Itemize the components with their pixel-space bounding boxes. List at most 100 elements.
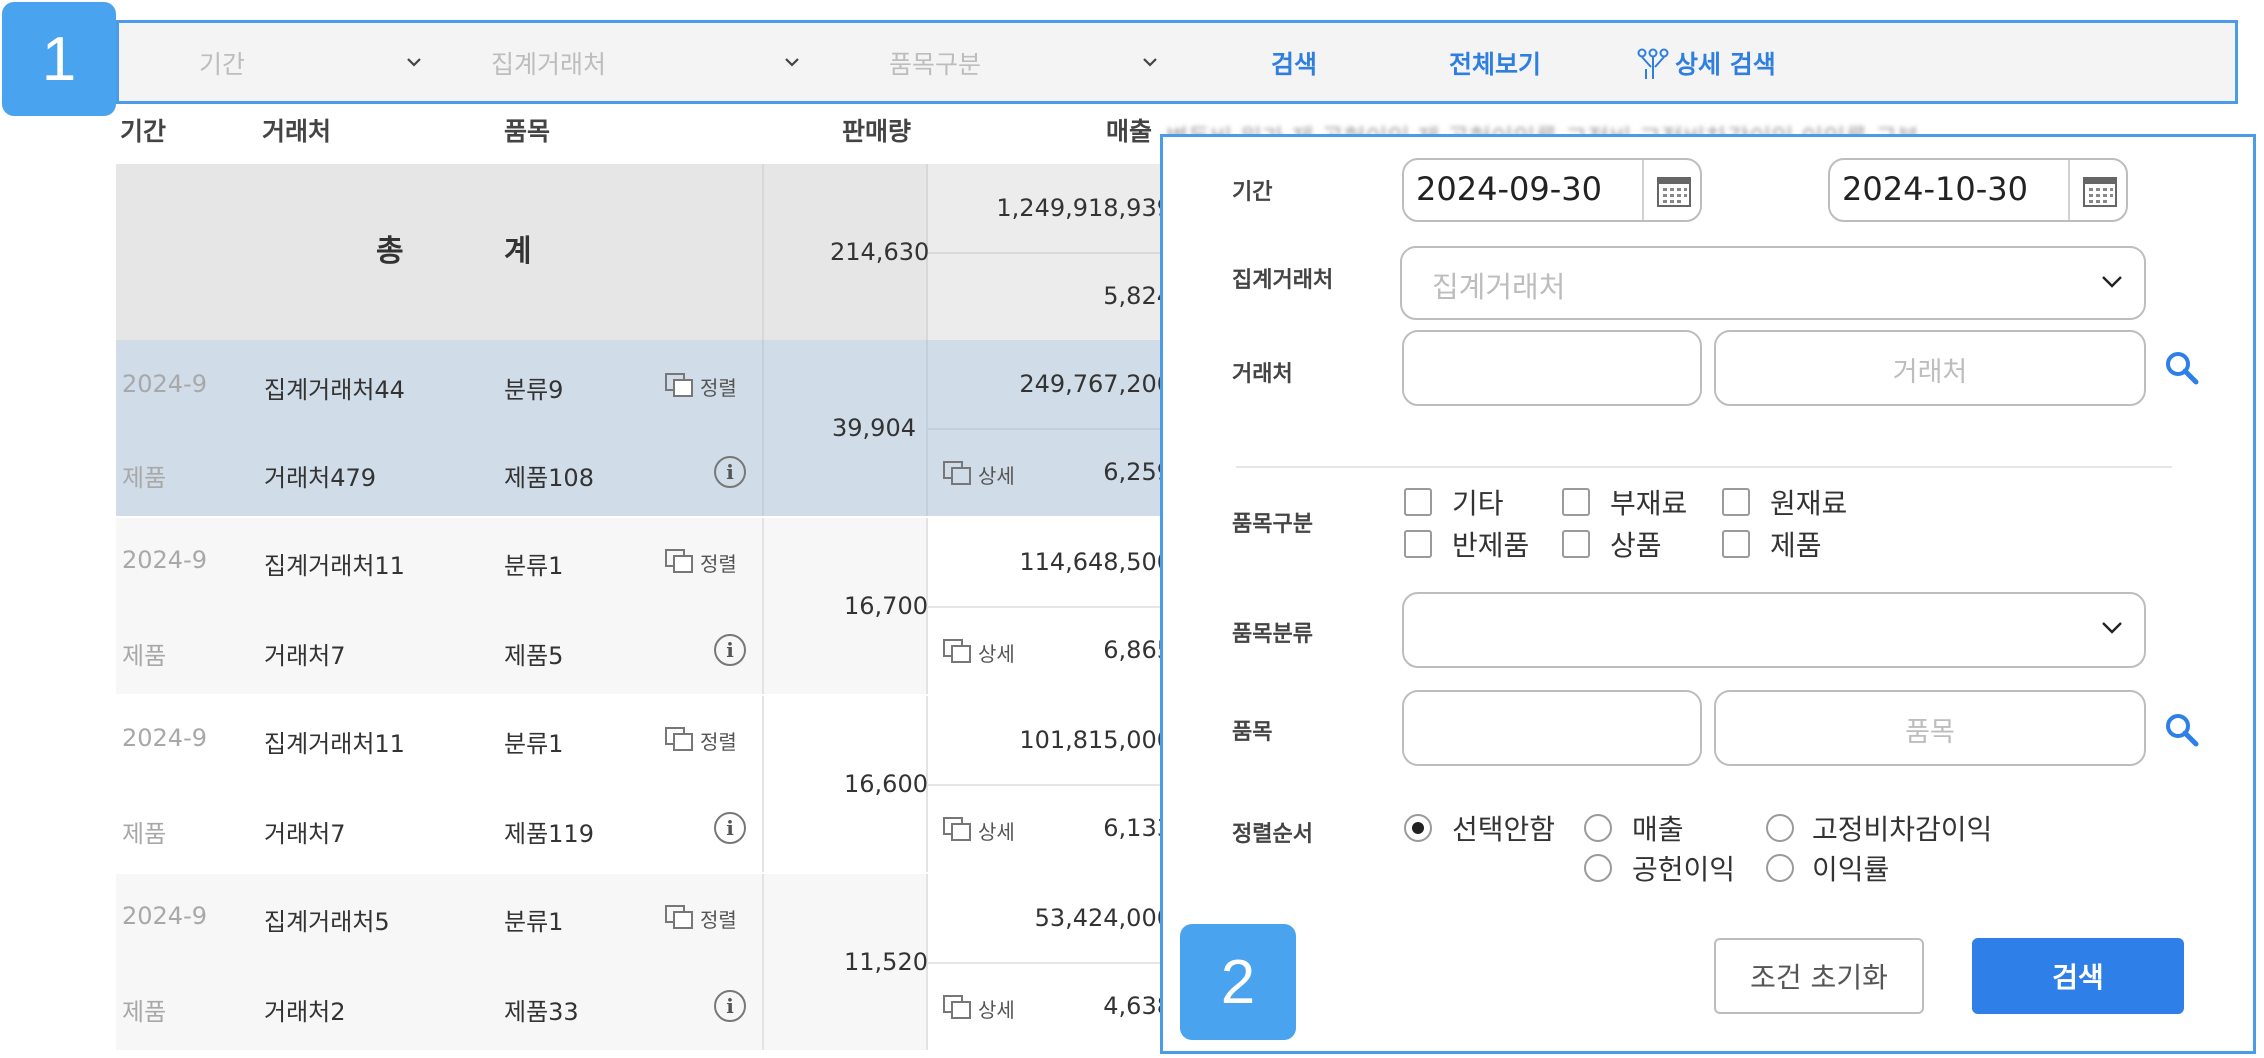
client-name-input[interactable]: 거래처 [1714, 330, 2146, 406]
sort-icon[interactable] [664, 904, 696, 930]
calendar-button[interactable] [2068, 160, 2126, 220]
row-qty: 16,700 [844, 592, 928, 620]
column-divider [762, 696, 764, 872]
row-amount: 249,767,200 [1019, 370, 1172, 398]
radio-label: 매출 [1632, 813, 1684, 846]
total-label: 총 [376, 234, 404, 269]
detail-label[interactable]: 상세 [978, 994, 1015, 1023]
column-divider [762, 164, 764, 340]
date-to-field[interactable]: 2024-10-30 [1828, 158, 2128, 222]
table-row[interactable]: 2024-9 집계거래처44 분류9 정렬 제품 거래처479 제품108 i … [116, 340, 1186, 516]
detail-icon[interactable] [942, 994, 974, 1020]
header-qty: 판매량 [842, 117, 912, 146]
filter-tree-icon[interactable] [1637, 47, 1669, 81]
table-row[interactable]: 2024-9 집계거래처11 분류1 정렬 제품 거래처7 제품5 i 16,7… [116, 518, 1188, 694]
row-category: 분류1 [504, 730, 564, 758]
header-sales: 매출 [1106, 117, 1153, 146]
detail-icon[interactable] [942, 460, 974, 486]
date-from-value: 2024-09-30 [1416, 170, 1602, 208]
total-amount: 1,249,918,939 [996, 194, 1172, 222]
agg-client-label: 집계거래처 [1232, 268, 1334, 293]
checkbox-etc[interactable] [1404, 488, 1432, 516]
item-code-input[interactable] [1402, 690, 1702, 766]
chevron-down-icon[interactable] [1137, 49, 1163, 75]
checkbox-label: 부재료 [1610, 487, 1688, 520]
item-type-label: 품목구분 [1232, 512, 1313, 537]
agg-client-select[interactable]: 집계거래처 [491, 45, 606, 81]
info-icon[interactable]: i [714, 456, 746, 488]
detail-label[interactable]: 상세 [978, 638, 1015, 667]
radio-contribution-profit[interactable] [1584, 854, 1612, 882]
row-client: 거래처2 [264, 998, 346, 1026]
table-row[interactable]: 2024-9 집계거래처11 분류1 정렬 제품 거래처7 제품119 i 16… [116, 696, 1186, 872]
sort-label[interactable]: 정렬 [700, 904, 737, 933]
search-link[interactable]: 검색 [1271, 45, 1317, 81]
radio-profit-rate[interactable] [1766, 854, 1794, 882]
detail-icon[interactable] [942, 638, 974, 664]
checkbox-product[interactable] [1722, 530, 1750, 558]
row-agg-client: 집계거래처44 [264, 376, 405, 404]
table-row[interactable]: 2024-9 집계거래처5 분류1 정렬 제품 거래처2 제품33 i 11,5… [116, 874, 1188, 1050]
row-category: 분류9 [504, 376, 564, 404]
checkbox-label: 기타 [1452, 487, 1504, 520]
row-amount: 114,648,500 [1019, 548, 1172, 576]
item-name-input[interactable]: 품목 [1714, 690, 2146, 766]
sort-label[interactable]: 정렬 [700, 548, 737, 577]
row-item: 제품119 [504, 820, 594, 848]
sort-order-label: 정렬순서 [1232, 822, 1313, 847]
sort-icon[interactable] [664, 372, 696, 398]
cell-divider [926, 252, 1186, 254]
period-select[interactable]: 기간 [199, 45, 245, 81]
row-period: 2024-9 [122, 724, 208, 752]
agg-client-select[interactable]: 집계거래처 [1400, 246, 2146, 320]
search-icon[interactable] [2164, 712, 2200, 748]
chevron-down-icon [2102, 622, 2122, 634]
radio-label: 공헌이익 [1632, 853, 1736, 886]
client-label: 거래처 [1232, 362, 1293, 387]
view-all-link[interactable]: 전체보기 [1449, 45, 1541, 81]
search-button[interactable]: 검색 [1972, 938, 2184, 1014]
step-badge-1: 1 [2, 2, 116, 116]
checkbox-label: 제품 [1770, 529, 1822, 562]
sort-label[interactable]: 정렬 [700, 726, 737, 755]
info-icon[interactable]: i [714, 812, 746, 844]
chevron-down-icon[interactable] [401, 49, 427, 75]
detail-label[interactable]: 상세 [978, 460, 1015, 489]
item-category-select[interactable] [1402, 592, 2146, 668]
checkbox-label: 반제품 [1452, 529, 1530, 562]
row-item: 제품33 [504, 998, 579, 1026]
radio-fixed-cost-profit[interactable] [1766, 814, 1794, 842]
row-agg-client: 집계거래처11 [264, 552, 405, 580]
chevron-down-icon [2102, 276, 2122, 288]
row-amount: 53,424,000 [1034, 904, 1172, 932]
row-qty: 39,904 [832, 414, 916, 442]
calendar-button[interactable] [1642, 160, 1700, 220]
row-client: 거래처7 [264, 820, 346, 848]
checkbox-raw-material[interactable] [1722, 488, 1750, 516]
date-from-field[interactable]: 2024-09-30 [1402, 158, 1702, 222]
reset-button[interactable]: 조건 초기화 [1714, 938, 1924, 1014]
detail-label[interactable]: 상세 [978, 816, 1015, 845]
filter-bar: 기간 집계거래처 품목구분 검색 전체보기 상세 검색 [116, 20, 2238, 104]
column-divider [762, 874, 764, 1050]
checkbox-merchandise[interactable] [1562, 530, 1590, 558]
sort-icon[interactable] [664, 726, 696, 752]
row-period: 2024-9 [122, 370, 208, 398]
checkbox-semi-product[interactable] [1404, 530, 1432, 558]
detail-search-link[interactable]: 상세 검색 [1675, 45, 1776, 81]
total-row: 총 계 214,630 1,249,918,939 5,824 [116, 164, 1188, 340]
client-code-input[interactable] [1402, 330, 1702, 406]
radio-none[interactable] [1404, 814, 1432, 842]
checkbox-submaterial[interactable] [1562, 488, 1590, 516]
sort-label[interactable]: 정렬 [700, 372, 737, 401]
radio-sales[interactable] [1584, 814, 1612, 842]
total-label: 계 [504, 234, 532, 269]
search-icon[interactable] [2164, 350, 2200, 386]
detail-icon[interactable] [942, 816, 974, 842]
item-type-select[interactable]: 품목구분 [889, 45, 981, 81]
chevron-down-icon[interactable] [779, 49, 805, 75]
sort-icon[interactable] [664, 548, 696, 574]
info-icon[interactable]: i [714, 990, 746, 1022]
info-icon[interactable]: i [714, 634, 746, 666]
row-qty: 16,600 [844, 770, 928, 798]
